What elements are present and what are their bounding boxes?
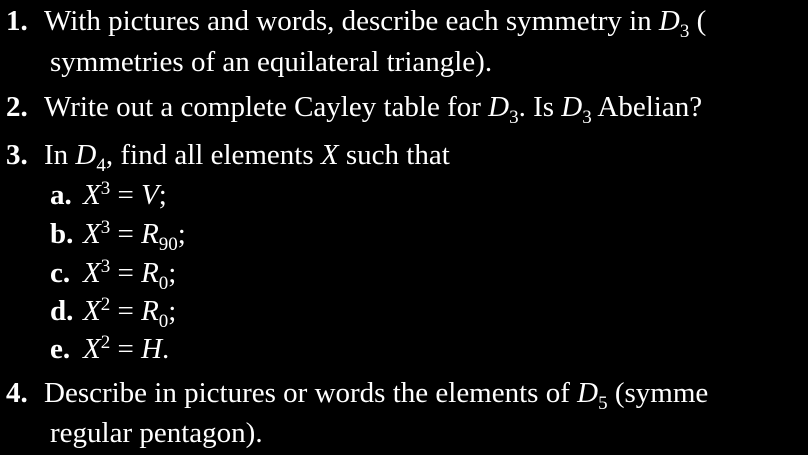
exponent: 3 xyxy=(100,178,111,199)
equals: = xyxy=(110,295,142,327)
group-symbol: D xyxy=(488,91,510,123)
problem-3-line-1: 3. In D4, find all elements X such that xyxy=(6,137,450,176)
terminator: ; xyxy=(158,179,167,211)
subpart-e: e. X2 = H. xyxy=(50,331,169,367)
group-subscript: 4 xyxy=(96,155,106,176)
problem-text: In xyxy=(44,139,76,171)
variable: X xyxy=(83,179,101,211)
equals: = xyxy=(110,333,142,365)
equals: = xyxy=(110,179,142,211)
problem-text: , find all elements xyxy=(105,139,321,171)
equals: = xyxy=(110,257,142,289)
terminator: ; xyxy=(177,218,186,250)
problem-text: With pictures and words, describe each s… xyxy=(44,5,659,37)
variable: X xyxy=(83,218,101,250)
problem-text: Describe in pictures or words the elemen… xyxy=(44,377,578,409)
problem-number: 1. xyxy=(6,5,28,37)
terminator: ; xyxy=(168,295,177,327)
exponent: 2 xyxy=(100,332,111,353)
rhs-symbol: R xyxy=(141,257,159,289)
exponent: 3 xyxy=(100,256,111,277)
problem-text: regular pentagon). xyxy=(50,417,263,449)
problem-text: (symme xyxy=(607,377,709,409)
subpart-label: d. xyxy=(50,295,74,327)
problem-4-line-2: regular pentagon). xyxy=(50,415,263,451)
subpart-c: c. X3 = R0; xyxy=(50,255,177,294)
rhs-symbol: V xyxy=(141,179,159,211)
problem-4-line-1: 4. Describe in pictures or words the elem… xyxy=(6,375,709,414)
problem-number: 4. xyxy=(6,377,28,409)
group-subscript: 3 xyxy=(582,107,592,128)
rhs-symbol: R xyxy=(141,295,159,327)
terminator: ; xyxy=(168,257,177,289)
group-symbol: D xyxy=(658,5,680,37)
subpart-a: a. X3 = V; xyxy=(50,177,167,213)
problem-2-line-1: 2. Write out a complete Cayley table for … xyxy=(6,89,703,128)
rhs-subscript: 0 xyxy=(158,273,169,294)
rhs-subscript: 0 xyxy=(158,311,169,332)
problem-text: such that xyxy=(338,139,450,171)
subpart-label: c. xyxy=(50,257,71,289)
problem-1-line-2: symmetries of an equilateral triangle). xyxy=(50,44,492,80)
problem-text: Abelian? xyxy=(591,91,703,123)
rhs-symbol: H xyxy=(141,333,163,365)
rhs-subscript: 90 xyxy=(158,234,178,255)
problem-number: 2. xyxy=(6,91,28,123)
variable: X xyxy=(83,295,101,327)
subpart-label: e. xyxy=(50,333,71,365)
subpart-label: b. xyxy=(50,218,74,250)
exponent: 2 xyxy=(100,294,111,315)
group-subscript: 3 xyxy=(509,107,519,128)
problem-text: symmetries of an equilateral triangle). xyxy=(50,46,493,78)
group-symbol: D xyxy=(561,91,583,123)
subpart-label: a. xyxy=(50,179,72,211)
group-symbol: D xyxy=(75,139,97,171)
equals: = xyxy=(110,218,142,250)
group-symbol: D xyxy=(577,377,599,409)
group-subscript: 3 xyxy=(679,21,690,42)
subpart-d: d. X2 = R0; xyxy=(50,293,177,332)
variable: X xyxy=(83,257,101,289)
problem-text: ( xyxy=(689,5,707,37)
group-subscript: 5 xyxy=(598,393,608,414)
variable: X xyxy=(320,139,339,171)
rhs-symbol: R xyxy=(141,218,159,250)
subpart-b: b. X3 = R90; xyxy=(50,216,186,255)
exponent: 3 xyxy=(100,217,111,238)
variable: X xyxy=(83,333,101,365)
terminator: . xyxy=(162,333,170,365)
problem-text: Write out a complete Cayley table for xyxy=(44,91,489,123)
problem-text: . Is xyxy=(518,91,562,123)
problem-number: 3. xyxy=(6,139,28,171)
problem-1-line-1: 1. With pictures and words, describe each… xyxy=(6,3,707,42)
